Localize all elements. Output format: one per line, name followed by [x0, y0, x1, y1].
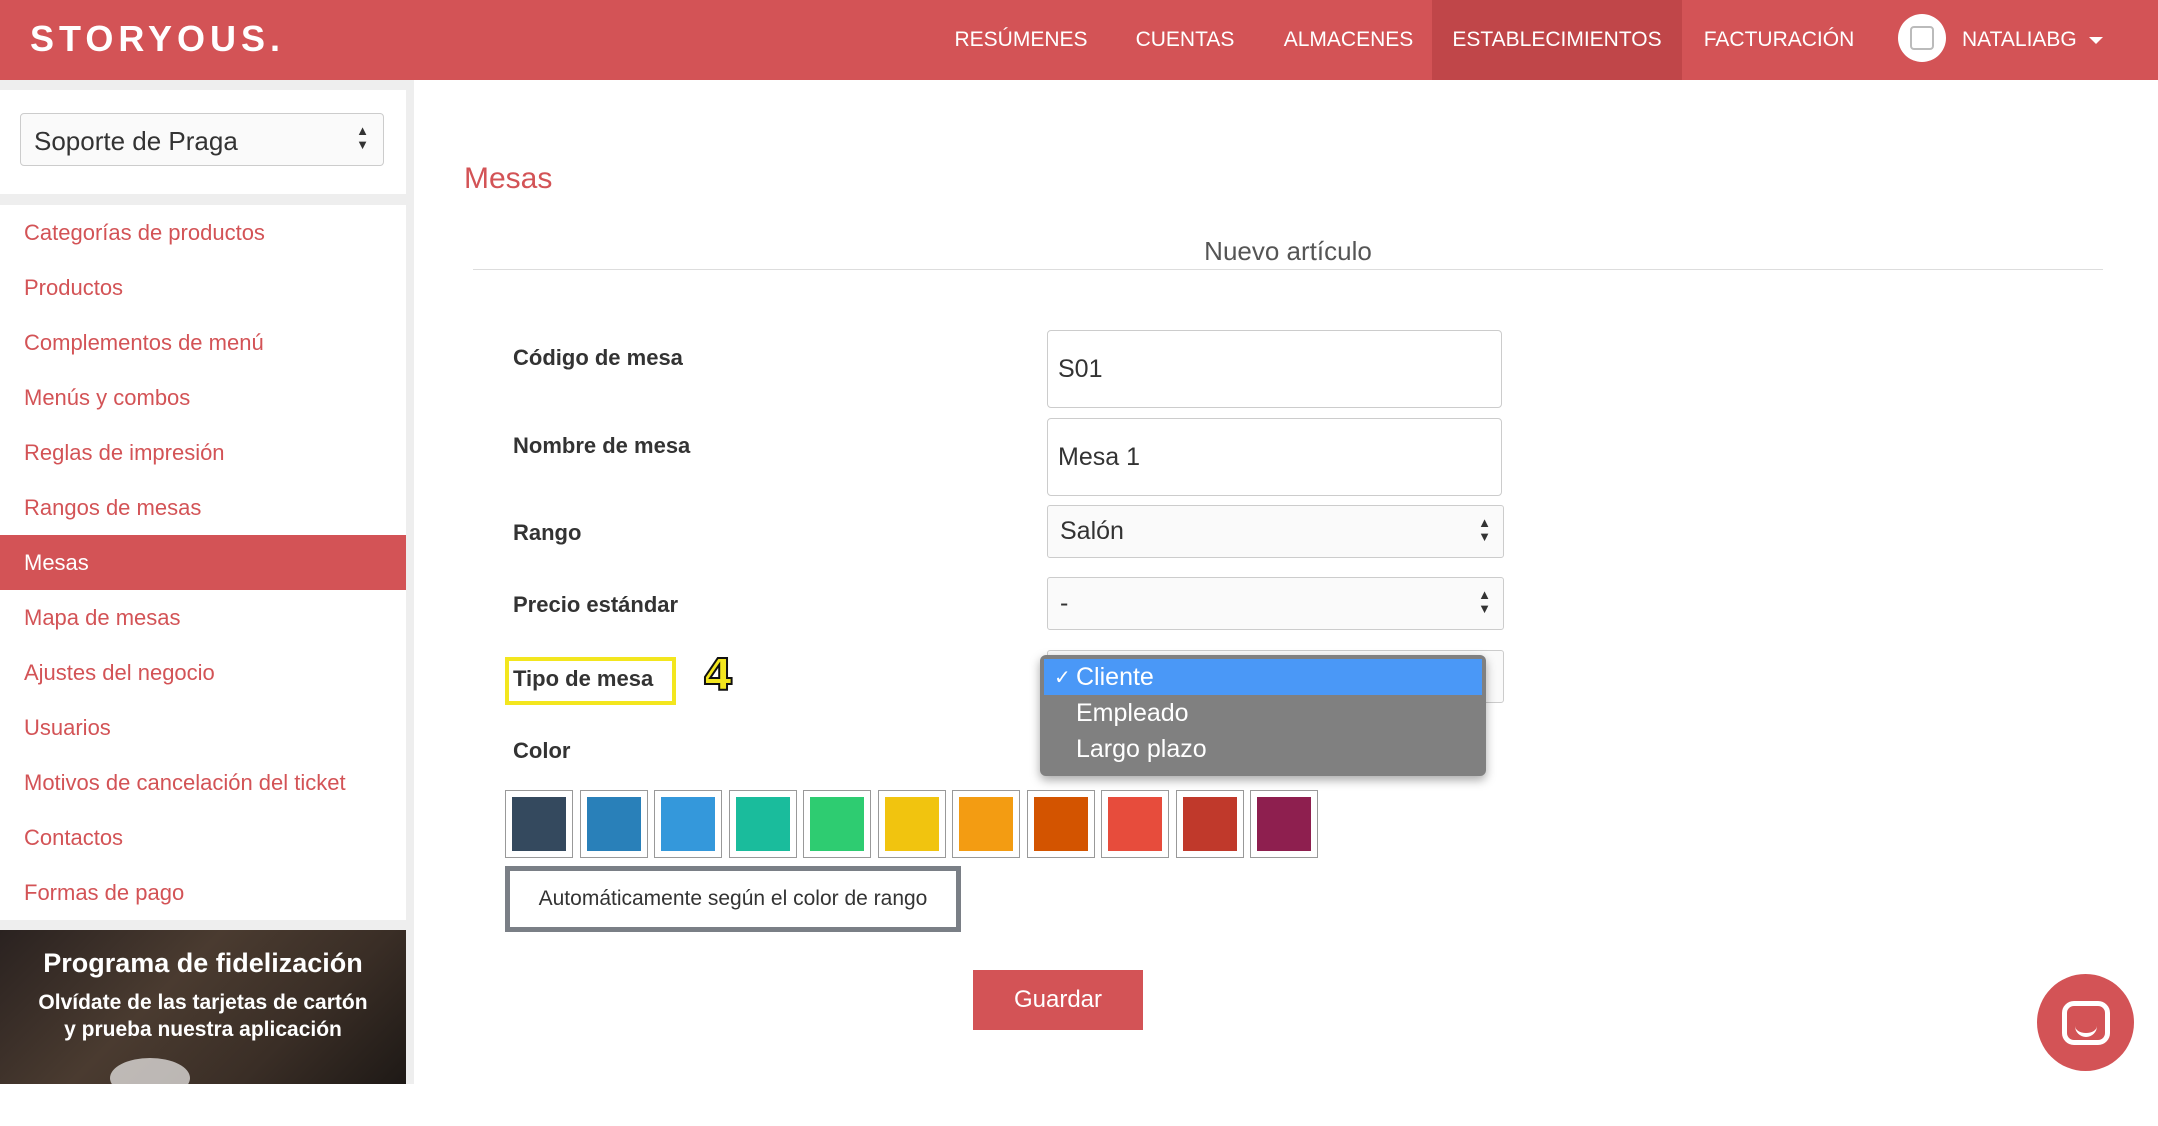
sidebar-item-reglas[interactable]: Reglas de impresión: [0, 425, 406, 480]
option-label: Cliente: [1076, 662, 1154, 691]
color-swatch[interactable]: [952, 790, 1020, 858]
checkmark-icon: ✓: [1054, 666, 1071, 689]
nav-resumenes[interactable]: RESÚMENES: [937, 0, 1105, 80]
color-swatch-fill: [661, 797, 715, 851]
page-title: Mesas: [464, 162, 553, 195]
table-name-label: Nombre de mesa: [513, 433, 691, 458]
sidebar-item-ajustes[interactable]: Ajustes del negocio: [0, 645, 406, 700]
promo-line-1: Olvídate de las tarjetas de cartón: [38, 991, 368, 1014]
color-swatch[interactable]: [1250, 790, 1318, 858]
user-menu[interactable]: NATALIABG: [1962, 0, 2103, 80]
table-code-input[interactable]: S01: [1047, 330, 1502, 408]
range-select[interactable]: Salón ▲ ▼: [1047, 505, 1504, 558]
nav-establecimientos[interactable]: ESTABLECIMIENTOS: [1432, 0, 1682, 80]
color-swatch[interactable]: [505, 790, 573, 858]
top-navbar: STORYOUS. RESÚMENES CUENTAS ALMACENES ES…: [0, 0, 2158, 80]
select-arrows-icon: ▲ ▼: [1478, 515, 1491, 544]
loyalty-promo-banner[interactable]: Programa de fidelización Olvídate de las…: [0, 930, 406, 1084]
standard-price-label: Precio estándar: [513, 592, 679, 617]
app-logo[interactable]: STORYOUS.: [30, 18, 285, 60]
sidebar-item-rangos[interactable]: Rangos de mesas: [0, 480, 406, 535]
user-name: NATALIABG: [1962, 28, 2077, 51]
color-swatch-fill: [959, 797, 1013, 851]
color-swatch[interactable]: [803, 790, 871, 858]
color-swatch-fill: [512, 797, 566, 851]
range-select-value: Salón: [1060, 517, 1124, 545]
sidebar-item-productos[interactable]: Productos: [0, 260, 406, 315]
caret-down-icon: [2088, 36, 2103, 44]
sidebar-menu: Categorías de productos Productos Comple…: [0, 205, 406, 920]
color-swatch[interactable]: [1175, 790, 1244, 858]
table-name-input[interactable]: Mesa 1: [1047, 418, 1502, 496]
select-arrows-icon: ▲ ▼: [356, 123, 369, 152]
color-swatch-fill: [1257, 797, 1311, 851]
color-swatch[interactable]: [728, 790, 797, 858]
nav-facturacion[interactable]: FACTURACIÓN: [1682, 0, 1876, 80]
promo-subtitle: Olvídate de las tarjetas de cartón y pru…: [0, 989, 406, 1043]
color-swatch-fill: [1182, 797, 1237, 851]
establishment-select[interactable]: Soporte de Praga ▲ ▼: [20, 113, 384, 166]
range-label: Rango: [513, 520, 582, 545]
color-swatch-fill: [735, 797, 790, 851]
nav-almacenes[interactable]: ALMACENES: [1265, 0, 1432, 80]
table-type-option-cliente[interactable]: ✓ Cliente: [1044, 659, 1482, 695]
sidebar-item-categorias[interactable]: Categorías de productos: [0, 205, 406, 260]
sidebar-item-contactos[interactable]: Contactos: [0, 810, 406, 865]
table-type-option-empleado[interactable]: Empleado: [1040, 695, 1486, 731]
annotation-step-number: 4: [702, 649, 735, 702]
promo-title: Programa de fidelización: [43, 948, 363, 978]
chat-launcher-button[interactable]: [2037, 974, 2134, 1071]
table-code-label: Código de mesa: [513, 345, 683, 370]
color-swatch[interactable]: [877, 790, 946, 858]
table-type-label: Tipo de mesa: [513, 666, 654, 691]
color-swatch-fill: [586, 797, 641, 851]
color-swatch-fill: [1033, 797, 1088, 851]
sidebar-item-mesas[interactable]: Mesas: [0, 535, 406, 590]
sidebar-item-usuarios[interactable]: Usuarios: [0, 700, 406, 755]
color-swatch-fill: [1108, 797, 1162, 851]
user-avatar[interactable]: [1898, 14, 1946, 62]
chat-icon: [2061, 1000, 2110, 1045]
color-label: Color: [513, 738, 571, 763]
nav-cuentas[interactable]: CUENTAS: [1105, 0, 1265, 80]
sidebar-item-mapa[interactable]: Mapa de mesas: [0, 590, 406, 645]
table-type-option-largo-plazo[interactable]: Largo plazo: [1040, 731, 1486, 767]
color-swatch[interactable]: [654, 790, 722, 858]
promo-line-2: y prueba nuestra aplicación: [64, 1018, 342, 1041]
color-swatch[interactable]: [1101, 790, 1169, 858]
auto-color-button[interactable]: Automáticamente según el color de rango: [505, 866, 961, 932]
color-swatch[interactable]: [579, 790, 648, 858]
sidebar-item-motivos[interactable]: Motivos de cancelación del ticket: [0, 755, 406, 810]
color-swatch[interactable]: [1026, 790, 1095, 858]
promo-image: [110, 1058, 190, 1084]
establishment-select-value: Soporte de Praga: [34, 126, 238, 156]
select-arrows-icon: ▲ ▼: [1478, 587, 1491, 616]
save-button[interactable]: Guardar: [973, 970, 1143, 1030]
standard-price-select-value: -: [1060, 589, 1069, 617]
color-swatch-fill: [884, 797, 939, 851]
table-type-dropdown: ✓ Cliente Empleado Largo plazo: [1040, 655, 1486, 776]
standard-price-select[interactable]: - ▲ ▼: [1047, 577, 1504, 630]
form-title: Nuevo artículo: [1204, 236, 1372, 266]
color-swatch-fill: [810, 797, 864, 851]
user-icon: [1910, 26, 1934, 50]
sidebar-item-complementos[interactable]: Complementos de menú: [0, 315, 406, 370]
form-title-divider: [473, 269, 2103, 270]
sidebar-item-formas-pago[interactable]: Formas de pago: [0, 865, 406, 920]
sidebar-item-menus[interactable]: Menús y combos: [0, 370, 406, 425]
